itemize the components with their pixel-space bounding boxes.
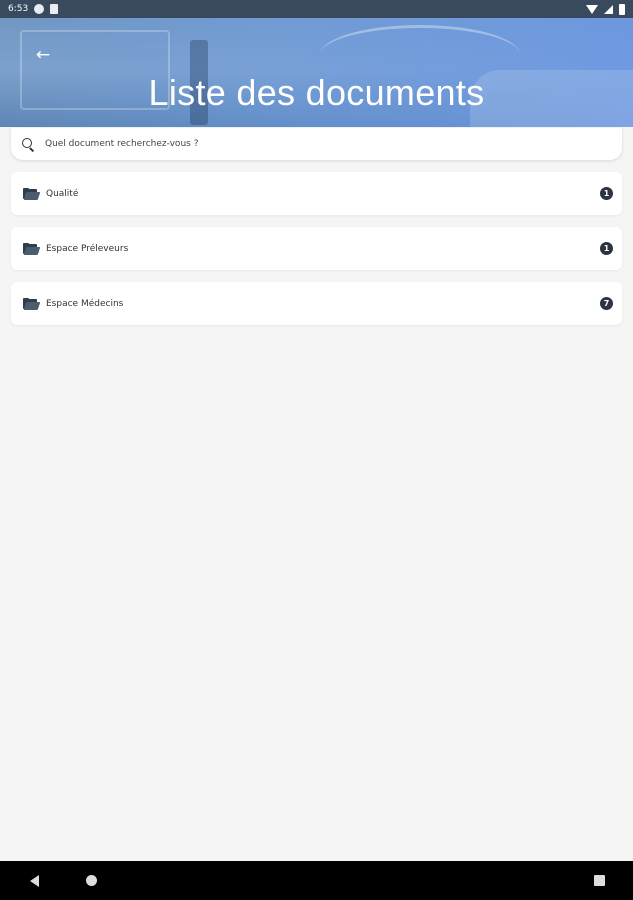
search-icon [21, 137, 35, 151]
signal-icon [604, 4, 613, 14]
nav-back-icon[interactable] [30, 874, 39, 887]
status-time: 6:53 [8, 4, 29, 14]
folder-open-icon [23, 297, 41, 310]
folder-open-icon [23, 187, 41, 200]
back-button[interactable]: ← [32, 44, 54, 66]
folder-item-qualite[interactable]: Qualité 1 [11, 172, 622, 215]
battery-icon [619, 3, 625, 15]
folder-open-icon [23, 242, 41, 255]
wifi-icon [586, 4, 598, 14]
status-bar: 6:53 [0, 0, 633, 18]
search-input[interactable] [45, 139, 622, 149]
page-title: Liste des documents [148, 72, 485, 113]
document-count-badge: 1 [600, 187, 613, 200]
document-count-badge: 7 [600, 297, 613, 310]
nav-home-icon[interactable] [86, 875, 97, 886]
folder-item-espace-medecins[interactable]: Espace Médecins 7 [11, 282, 622, 325]
nav-recents-icon[interactable] [594, 875, 605, 886]
folder-item-espace-preleveurs[interactable]: Espace Préleveurs 1 [11, 227, 622, 270]
folder-label: Espace Préleveurs [46, 243, 129, 254]
navigation-bar [0, 861, 633, 900]
app-notification-icon [34, 4, 45, 14]
folder-label: Espace Médecins [46, 298, 124, 309]
folder-label: Qualité [46, 188, 79, 199]
search-bar[interactable] [11, 128, 622, 160]
sd-card-icon [50, 4, 59, 14]
arrow-back-icon: ← [35, 45, 51, 65]
document-count-badge: 1 [600, 242, 613, 255]
